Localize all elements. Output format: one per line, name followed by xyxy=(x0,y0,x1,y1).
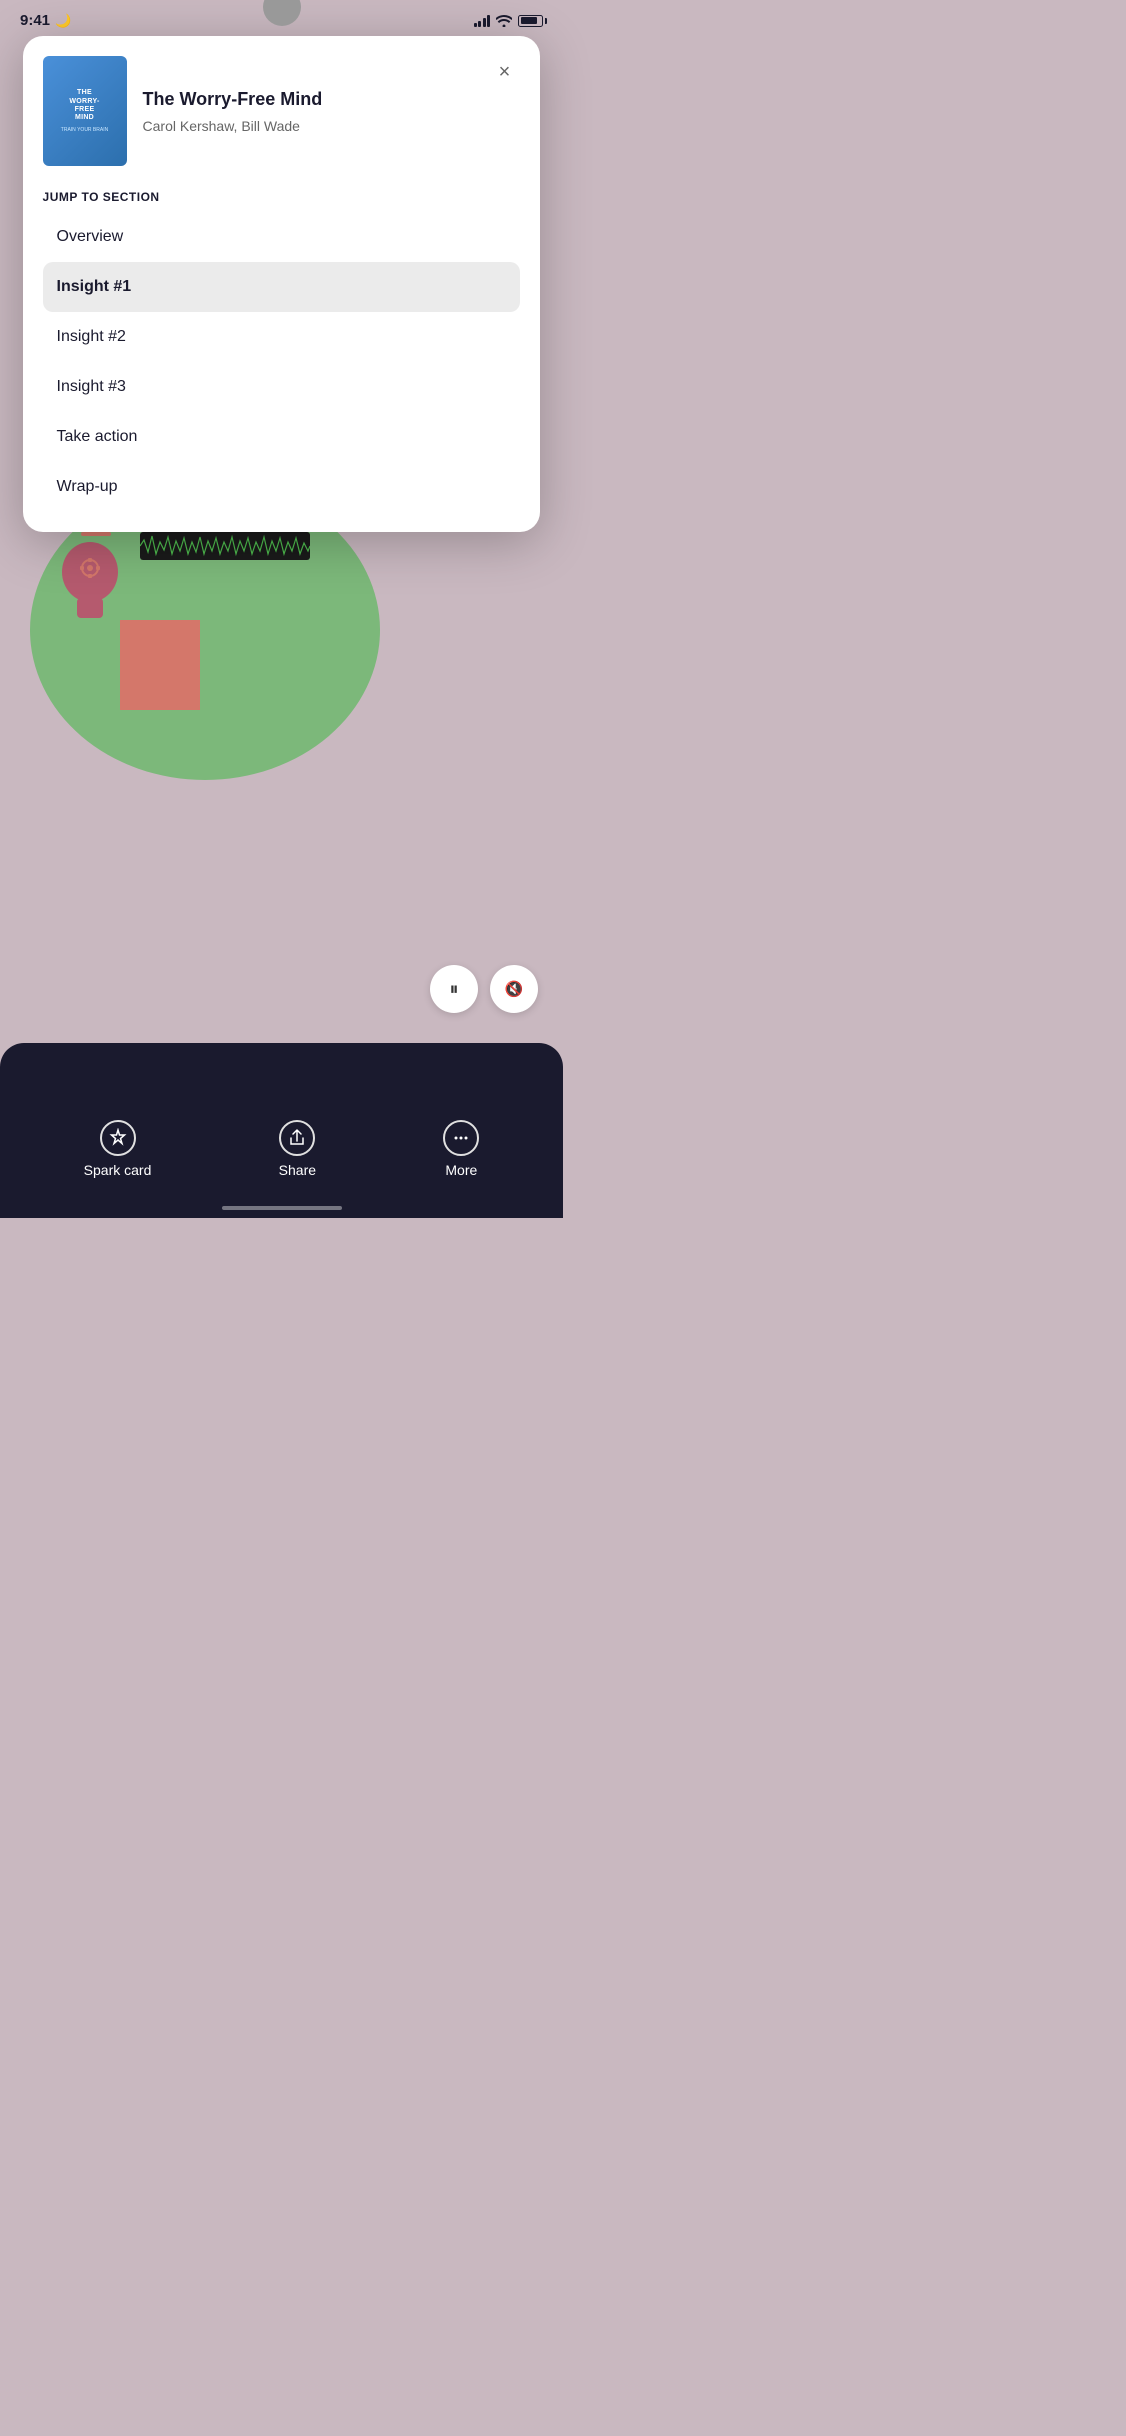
modal-header: THEWORRY-FREEMIND TRAIN YOUR BRAIN The W… xyxy=(43,56,521,166)
nav-item-insight3[interactable]: Insight #3 xyxy=(43,362,521,412)
home-indicator xyxy=(222,1206,342,1210)
book-cover-title: THEWORRY-FREEMIND xyxy=(69,89,99,123)
nav-item-take-action[interactable]: Take action xyxy=(43,412,521,462)
nav-item-insight1[interactable]: Insight #1 xyxy=(43,262,521,312)
close-button[interactable]: × xyxy=(488,56,520,88)
nav-item-insight2[interactable]: Insight #2 xyxy=(43,312,521,362)
book-author: Carol Kershaw, Bill Wade xyxy=(143,118,521,134)
nav-list: Overview Insight #1 Insight #2 Insight #… xyxy=(43,212,521,512)
book-cover: THEWORRY-FREEMIND TRAIN YOUR BRAIN xyxy=(43,56,127,166)
nav-item-overview[interactable]: Overview xyxy=(43,212,521,262)
modal-overlay: THEWORRY-FREEMIND TRAIN YOUR BRAIN The W… xyxy=(0,0,563,1218)
book-cover-subtitle: TRAIN YOUR BRAIN xyxy=(61,127,108,133)
book-title: The Worry-Free Mind xyxy=(143,88,521,111)
modal-card: THEWORRY-FREEMIND TRAIN YOUR BRAIN The W… xyxy=(23,36,541,532)
drag-handle[interactable] xyxy=(263,0,301,26)
book-info: The Worry-Free Mind Carol Kershaw, Bill … xyxy=(143,88,521,133)
section-header: JUMP TO SECTION xyxy=(43,190,521,204)
nav-item-wrap-up[interactable]: Wrap-up xyxy=(43,462,521,512)
